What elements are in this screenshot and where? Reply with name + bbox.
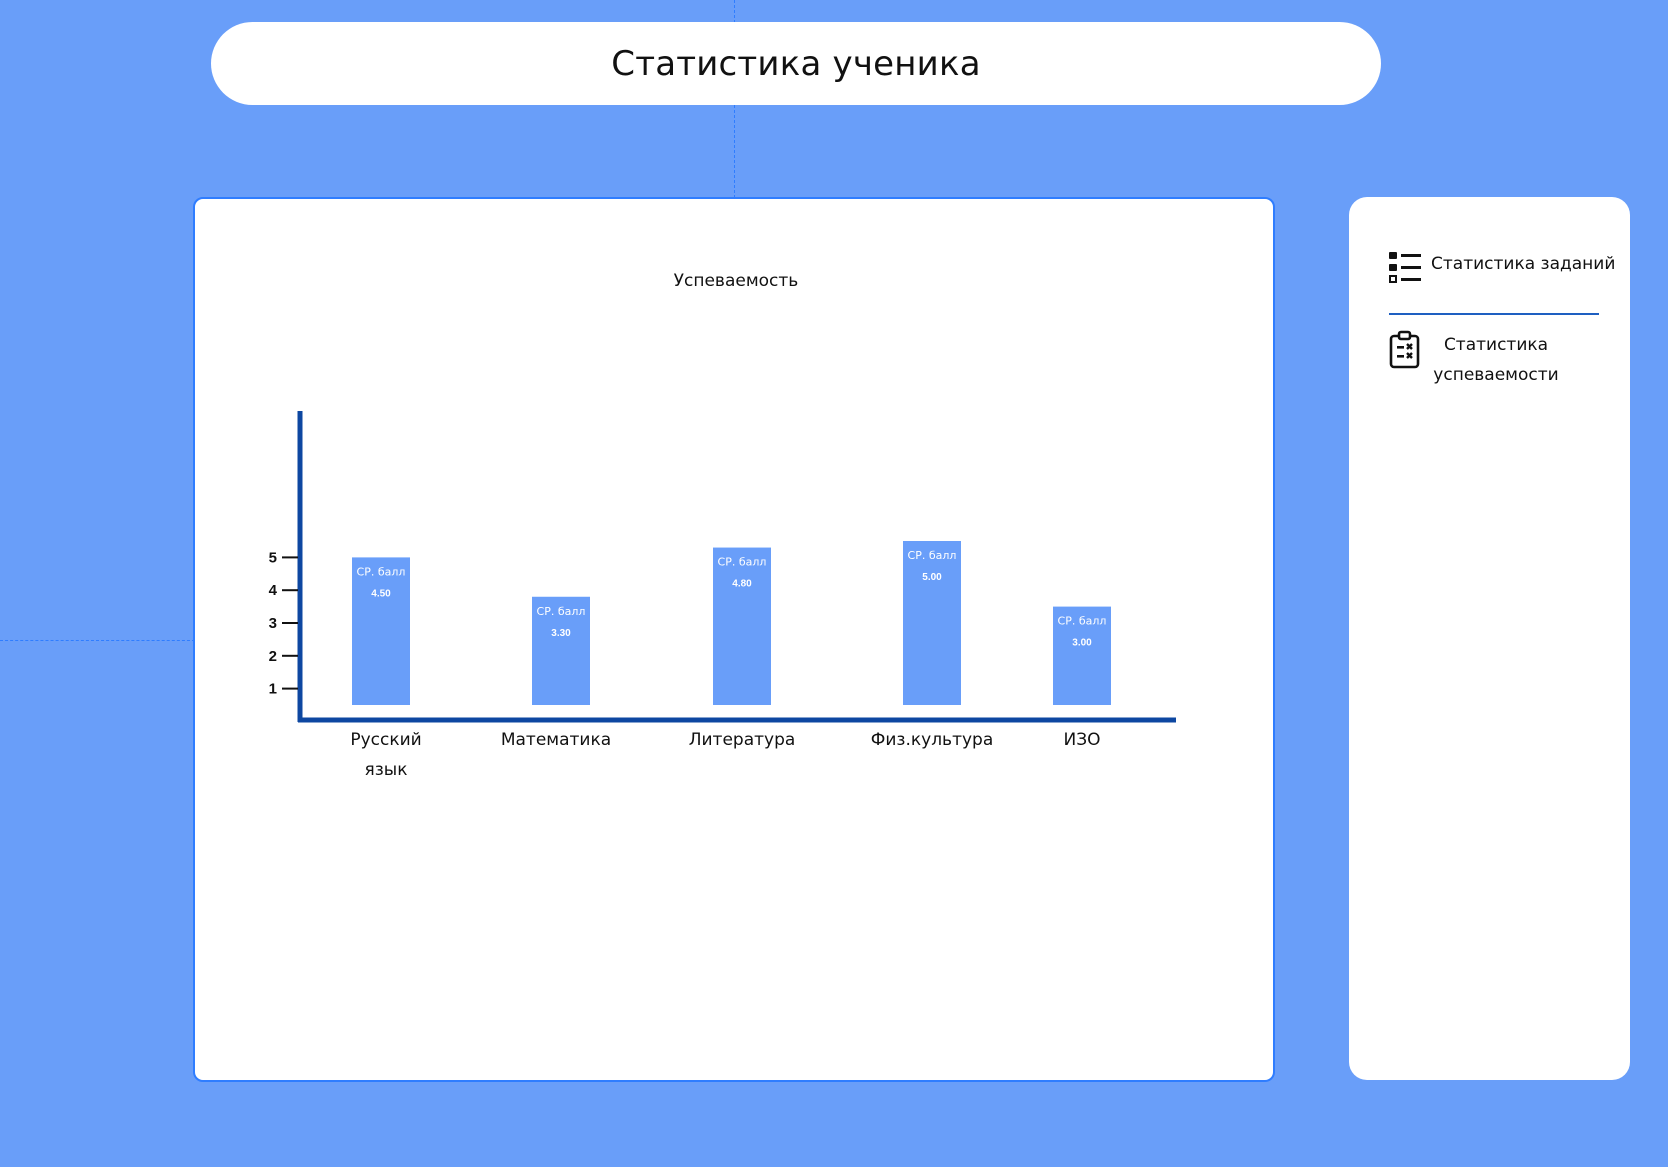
bar-value-label: 3.00 — [1072, 638, 1092, 649]
x-category-label: Русский — [350, 730, 421, 750]
x-category-label: ИЗО — [1064, 730, 1101, 750]
performance-bar-chart: 1 2 3 4 5 СР. балл 4.50 Русский язык СР. балл 3.30… — [269, 411, 1176, 780]
list-icon — [1387, 249, 1423, 285]
sidebar-item-label: Статистика заданий — [1431, 254, 1616, 274]
bar-caption-label: СР. балл — [357, 565, 406, 578]
sidebar: Статистика заданий Статистика успеваемос… — [1349, 197, 1630, 1080]
sidebar-item-label: Статистика успеваемости — [1433, 335, 1559, 385]
y-tick-label: 3 — [269, 615, 277, 632]
x-category-label: Литература — [689, 730, 796, 750]
page-title-bar: Статистика ученика — [211, 22, 1381, 105]
y-tick-label: 4 — [269, 582, 278, 599]
bar-caption-label: СР. балл — [537, 605, 586, 618]
bar-caption-label: СР. балл — [1058, 615, 1107, 628]
bar — [713, 547, 771, 705]
bar-caption-label: СР. балл — [718, 556, 767, 569]
bar — [903, 541, 961, 705]
chart-panel: Успеваемость 1 2 3 4 5 СР. балл 4.50 Русский язы… — [193, 197, 1275, 1082]
clipboard-checklist-icon — [1387, 330, 1423, 369]
bar-value-label: 4.80 — [732, 579, 752, 590]
horizontal-guide-line — [0, 640, 195, 641]
sidebar-divider — [1389, 313, 1599, 315]
sidebar-item-performance-statistics[interactable]: Статистика успеваемости — [1387, 330, 1561, 390]
bar-value-label: 5.00 — [922, 572, 942, 583]
x-category-label: язык — [365, 760, 408, 780]
sidebar-item-task-statistics[interactable]: Статистика заданий — [1387, 249, 1615, 285]
x-category-label: Физ.культура — [871, 730, 994, 750]
y-tick-label: 2 — [269, 648, 277, 665]
bar-value-label: 4.50 — [371, 588, 391, 599]
page-title: Статистика ученика — [611, 43, 981, 84]
y-tick-label: 1 — [269, 681, 277, 698]
bar-caption-label: СР. балл — [908, 549, 957, 562]
bar — [352, 557, 410, 705]
bar-value-label: 3.30 — [551, 628, 571, 639]
x-category-label: Математика — [501, 730, 611, 750]
y-tick-label: 5 — [269, 549, 277, 566]
